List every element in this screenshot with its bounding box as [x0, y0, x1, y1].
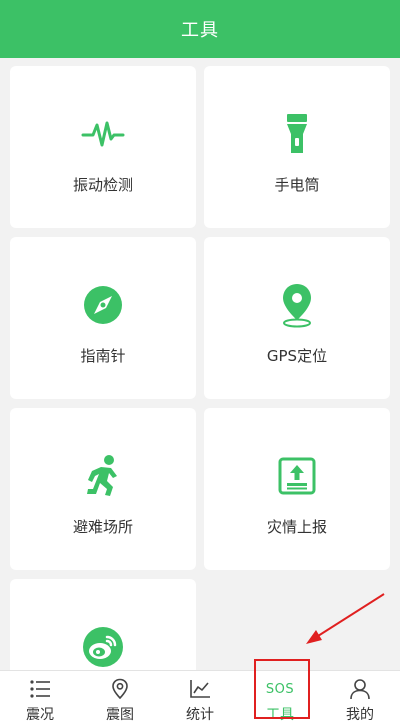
- tab-quake-map[interactable]: 震图: [80, 671, 160, 728]
- tool-label: 灾情上报: [266, 518, 327, 536]
- tab-label: 震况: [26, 707, 54, 723]
- tab-label: 震图: [106, 707, 134, 723]
- tool-weibo[interactable]: [10, 579, 196, 670]
- tool-label: 手电筒: [274, 176, 320, 194]
- sos-icon: SOS: [265, 677, 295, 701]
- tab-label: 我的: [346, 707, 374, 723]
- tool-label: 避难场所: [72, 518, 133, 536]
- tab-statistics[interactable]: 统计: [160, 671, 240, 728]
- tool-label: 指南针: [80, 347, 126, 365]
- bottom-tab-bar: 震况 震图 统计 SOS 工具 我的: [0, 670, 400, 728]
- tool-flashlight[interactable]: 手电筒: [204, 66, 390, 228]
- tool-gps-location[interactable]: GPS定位: [204, 237, 390, 399]
- upload-report-icon: [273, 452, 321, 500]
- tool-label: 振动检测: [72, 176, 133, 194]
- tool-label: GPS定位: [266, 347, 328, 365]
- tab-quake-status[interactable]: 震况: [0, 671, 80, 728]
- weibo-icon: [79, 623, 127, 670]
- tab-tools[interactable]: SOS 工具: [240, 671, 320, 728]
- sos-icon-text: SOS: [265, 681, 295, 697]
- list-icon: [28, 677, 52, 701]
- tab-label: 工具: [266, 707, 294, 723]
- user-icon: [348, 677, 372, 701]
- flashlight-icon: [273, 110, 321, 158]
- chart-icon: [188, 677, 212, 701]
- location-pin-icon: [273, 281, 321, 329]
- tool-vibration-detection[interactable]: 振动检测: [10, 66, 196, 228]
- tab-label: 统计: [186, 707, 214, 723]
- tool-disaster-report[interactable]: 灾情上报: [204, 408, 390, 570]
- tool-compass[interactable]: 指南针: [10, 237, 196, 399]
- waveform-icon: [79, 110, 127, 158]
- page-title: 工具: [181, 20, 219, 41]
- tool-shelter[interactable]: 避难场所: [10, 408, 196, 570]
- tools-grid: 振动检测 手电筒 指南针 GPS定位 避难场所 灾情上报: [0, 58, 400, 670]
- title-bar: 工具: [0, 0, 400, 58]
- map-pin-icon: [108, 677, 132, 701]
- tab-profile[interactable]: 我的: [320, 671, 400, 728]
- compass-icon: [79, 281, 127, 329]
- running-person-icon: [79, 452, 127, 500]
